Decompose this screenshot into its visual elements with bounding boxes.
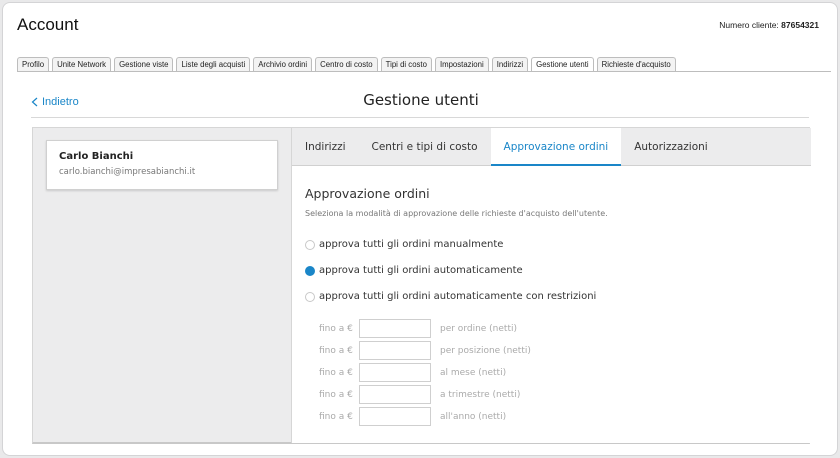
- customer-number-label: Numero cliente:: [719, 20, 779, 30]
- radio-label: approva tutti gli ordini manualmente: [319, 239, 504, 250]
- limit-row-order: fino a € per ordine (netti): [319, 319, 517, 338]
- tab-tipi-di-costo[interactable]: Tipi di costo: [380, 57, 432, 71]
- title-divider: [31, 117, 809, 118]
- tabs-divider: [17, 71, 831, 72]
- tab-indirizzi[interactable]: Indirizzi: [491, 57, 529, 71]
- limit-prefix: fino a €: [319, 389, 353, 400]
- limit-per-year-input[interactable]: [359, 407, 431, 426]
- limit-suffix: per posizione (netti): [440, 345, 531, 356]
- limit-prefix: fino a €: [319, 367, 353, 378]
- limit-suffix: all'anno (netti): [440, 411, 507, 422]
- user-subtabs: Indirizzi Centri e tipi di costo Approva…: [292, 128, 811, 166]
- tab-profilo[interactable]: Profilo: [17, 57, 50, 71]
- subtab-indirizzi[interactable]: Indirizzi: [292, 128, 359, 166]
- tab-archivio-ordini[interactable]: Archivio ordini: [253, 57, 313, 71]
- account-window: Account Numero cliente: 87654321 Profilo…: [2, 2, 838, 456]
- limit-prefix: fino a €: [319, 411, 353, 422]
- tab-centro-di-costo[interactable]: Centro di costo: [315, 57, 378, 71]
- tab-gestione-utenti[interactable]: Gestione utenti: [531, 57, 594, 71]
- radio-approve-auto-restricted[interactable]: approva tutti gli ordini automaticamente…: [305, 291, 596, 302]
- page-header-title: Account: [17, 15, 79, 34]
- user-name: Carlo Bianchi: [59, 151, 134, 162]
- section-title: Approvazione ordini: [305, 186, 430, 201]
- limit-row-year: fino a € all'anno (netti): [319, 407, 506, 426]
- user-email: carlo.bianchi@impresabianchi.it: [59, 167, 196, 177]
- limit-per-month-input[interactable]: [359, 363, 431, 382]
- user-panel: Carlo Bianchi carlo.bianchi@impresabianc…: [32, 127, 811, 444]
- radio-label: approva tutti gli ordini automaticamente: [319, 265, 523, 276]
- page-title: Gestione utenti: [363, 91, 479, 109]
- radio-label: approva tutti gli ordini automaticamente…: [319, 291, 597, 302]
- tab-unite-network[interactable]: Unite Network: [52, 57, 112, 71]
- radio-approve-manual[interactable]: approva tutti gli ordini manualmente: [305, 239, 503, 250]
- subtab-approvazione-ordini[interactable]: Approvazione ordini: [490, 128, 622, 166]
- radio-circle-selected: [305, 265, 315, 276]
- tab-impostazioni[interactable]: Impostazioni: [434, 57, 489, 71]
- user-detail-pane: Indirizzi Centri e tipi di costo Approva…: [291, 128, 811, 443]
- user-card[interactable]: Carlo Bianchi carlo.bianchi@impresabianc…: [46, 140, 278, 190]
- approval-section: Approvazione ordini Seleziona la modalit…: [305, 186, 608, 426]
- limit-prefix: fino a €: [319, 345, 353, 356]
- limit-per-position-input[interactable]: [359, 341, 431, 360]
- tab-richieste-acquisto[interactable]: Richieste d'acquisto: [596, 57, 676, 71]
- subtab-autorizzazioni[interactable]: Autorizzazioni: [621, 128, 721, 166]
- limit-suffix: per ordine (netti): [440, 323, 517, 334]
- radio-circle: [305, 239, 315, 250]
- account-tabs: Profilo Unite Network Gestione viste Lis…: [17, 57, 676, 71]
- customer-number-value: 87654321: [781, 20, 819, 30]
- limit-suffix: a trimestre (netti): [440, 389, 521, 400]
- section-description: Seleziona la modalità di approvazione de…: [305, 209, 608, 218]
- limit-prefix: fino a €: [319, 323, 353, 334]
- tab-gestione-viste[interactable]: Gestione viste: [114, 57, 174, 71]
- limit-row-month: fino a € al mese (netti): [319, 363, 506, 382]
- subtab-centri-tipi-costo[interactable]: Centri e tipi di costo: [359, 128, 491, 166]
- limit-row-position: fino a € per posizione (netti): [319, 341, 531, 360]
- radio-approve-auto[interactable]: approva tutti gli ordini automaticamente: [305, 265, 523, 276]
- limit-per-quarter-input[interactable]: [359, 385, 431, 404]
- limit-suffix: al mese (netti): [440, 367, 507, 378]
- customer-number: Numero cliente: 87654321: [719, 20, 819, 30]
- limit-row-quarter: fino a € a trimestre (netti): [319, 385, 520, 404]
- radio-circle: [305, 291, 315, 302]
- limit-per-order-input[interactable]: [359, 319, 431, 338]
- tab-liste-acquisti[interactable]: Liste degli acquisti: [176, 57, 251, 71]
